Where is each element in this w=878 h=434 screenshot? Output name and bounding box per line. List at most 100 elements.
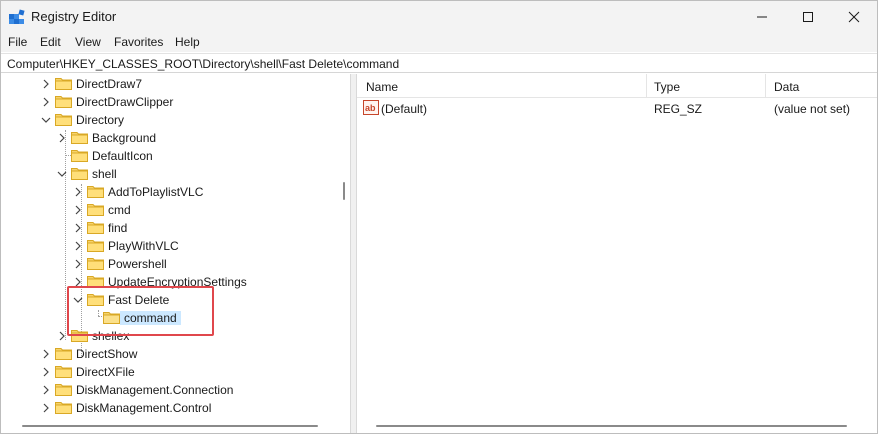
registry-key-tree[interactable]: DirectDraw7 DirectDrawClipper Directory …: [1, 74, 350, 433]
pane-splitter[interactable]: [350, 74, 357, 433]
tree-item-label: find: [108, 221, 128, 235]
address-path[interactable]: Computer\HKEY_CLASSES_ROOT\Directory\she…: [7, 57, 399, 71]
menu-edit[interactable]: Edit: [40, 35, 61, 49]
maximize-button[interactable]: [785, 1, 831, 32]
tree-item-label: DirectShow: [76, 347, 138, 361]
tree-item-directdrawclipper[interactable]: DirectDrawClipper: [1, 93, 331, 111]
tree-item-label: DiskManagement.Control: [76, 401, 212, 415]
tree-item-label: PlayWithVLC: [108, 239, 179, 253]
chevron-down-icon[interactable]: [41, 115, 51, 125]
folder-icon: [55, 384, 72, 396]
highlight-annotation-box: [67, 286, 214, 336]
tree-item-label: DefaultIcon: [92, 149, 153, 163]
chevron-right-icon[interactable]: [41, 349, 51, 359]
tree-item-label: cmd: [108, 203, 131, 217]
value-type: REG_SZ: [654, 102, 703, 116]
maximize-icon: [803, 11, 813, 22]
svg-text:ab: ab: [365, 103, 376, 113]
tree-item-directshow[interactable]: DirectShow: [1, 345, 331, 363]
tree-item-label: DirectDraw7: [76, 77, 143, 91]
folder-icon: [55, 96, 72, 108]
menu-help[interactable]: Help: [175, 35, 200, 49]
title-bar[interactable]: Registry Editor: [1, 1, 877, 32]
tree-item-label: AddToPlaylistVLC: [108, 185, 204, 199]
column-header-type[interactable]: Type: [654, 80, 680, 94]
values-horizontal-scrollbar[interactable]: [357, 418, 877, 433]
tree-item-label: DiskManagement.Connection: [76, 383, 234, 397]
chevron-right-icon[interactable]: [73, 259, 83, 269]
window-title: Registry Editor: [31, 9, 117, 24]
folder-icon: [87, 240, 104, 252]
folder-icon: [55, 366, 72, 378]
tree-item-cmd[interactable]: cmd: [1, 201, 331, 219]
tree-item-label: shell: [92, 167, 117, 181]
folder-icon: [55, 402, 72, 414]
value-name: (Default): [381, 102, 428, 116]
tree-item-label: Powershell: [108, 257, 167, 271]
menu-bar: File Edit View Favorites Help: [1, 32, 877, 52]
chevron-right-icon[interactable]: [41, 367, 51, 377]
string-value-icon: ab: [363, 100, 379, 115]
minimize-button[interactable]: [739, 1, 785, 32]
chevron-right-icon[interactable]: [57, 331, 67, 341]
chevron-right-icon[interactable]: [73, 241, 83, 251]
values-horizontal-scroll-thumb[interactable]: [376, 425, 847, 427]
tree-horizontal-scrollbar[interactable]: [1, 418, 337, 433]
tree-item-label: Directory: [76, 113, 125, 127]
tree-item-playwithvlc[interactable]: PlayWithVLC: [1, 237, 331, 255]
column-header-name[interactable]: Name: [366, 80, 398, 94]
close-button[interactable]: [831, 1, 877, 32]
folder-icon: [55, 348, 72, 360]
close-icon: [848, 11, 860, 22]
folder-icon: [55, 78, 72, 90]
registry-editor-app-icon: [9, 9, 25, 24]
value-data: (value not set): [774, 102, 851, 116]
tree-item-diskmanagement-connection[interactable]: DiskManagement.Connection: [1, 381, 331, 399]
chevron-right-icon[interactable]: [41, 385, 51, 395]
folder-icon: [55, 114, 72, 126]
chevron-right-icon[interactable]: [57, 133, 67, 143]
tree-item-directory[interactable]: Directory: [1, 111, 331, 129]
chevron-right-icon[interactable]: [41, 403, 51, 413]
folder-icon: [71, 150, 88, 162]
chevron-right-icon[interactable]: [73, 223, 83, 233]
tree-vertical-scrollbar[interactable]: [337, 74, 350, 433]
tree-item-directxfile[interactable]: DirectXFile: [1, 363, 331, 381]
tree-item-label: DirectXFile: [76, 365, 135, 379]
menu-view[interactable]: View: [75, 35, 101, 49]
tree-item-label: Background: [92, 131, 157, 145]
folder-icon: [87, 186, 104, 198]
folder-icon: [87, 258, 104, 270]
registry-editor-window: Registry Editor File Edit View Favorites…: [0, 0, 878, 434]
tree-item-powershell[interactable]: Powershell: [1, 255, 331, 273]
chevron-right-icon[interactable]: [73, 205, 83, 215]
tree-item-background[interactable]: Background: [1, 129, 331, 147]
chevron-right-icon[interactable]: [41, 79, 51, 89]
tree-horizontal-scroll-thumb[interactable]: [22, 425, 318, 427]
registry-values-list: Name Type Data ab (Default) REG_SZ (valu…: [357, 74, 877, 433]
tree-item-diskmanagement-control[interactable]: DiskManagement.Control: [1, 399, 331, 417]
tree-item-directdraw7[interactable]: DirectDraw7: [1, 75, 331, 93]
tree-vertical-scroll-thumb[interactable]: [343, 182, 345, 200]
chevron-right-icon[interactable]: [41, 97, 51, 107]
tree-item-label: DirectDrawClipper: [76, 95, 174, 109]
tree-item-addtoplaylistvlc[interactable]: AddToPlaylistVLC: [1, 183, 331, 201]
minimize-icon: [757, 16, 767, 17]
tree-item-find[interactable]: find: [1, 219, 331, 237]
column-divider[interactable]: [646, 74, 647, 98]
folder-icon: [71, 132, 88, 144]
folder-icon: [87, 222, 104, 234]
address-bar[interactable]: Computer\HKEY_CLASSES_ROOT\Directory\she…: [1, 53, 877, 73]
column-header-data[interactable]: Data: [774, 80, 799, 94]
folder-icon: [71, 168, 88, 180]
value-row[interactable]: ab (Default) REG_SZ (value not set): [357, 99, 877, 117]
tree-item-defaulticon[interactable]: DefaultIcon: [1, 147, 331, 165]
tree-item-shell[interactable]: shell: [1, 165, 331, 183]
folder-icon: [87, 204, 104, 216]
values-list-header: Name Type Data: [357, 74, 877, 98]
chevron-down-icon[interactable]: [57, 169, 67, 179]
menu-favorites[interactable]: Favorites: [114, 35, 163, 49]
menu-file[interactable]: File: [8, 35, 27, 49]
chevron-right-icon[interactable]: [73, 187, 83, 197]
column-divider[interactable]: [765, 74, 766, 98]
